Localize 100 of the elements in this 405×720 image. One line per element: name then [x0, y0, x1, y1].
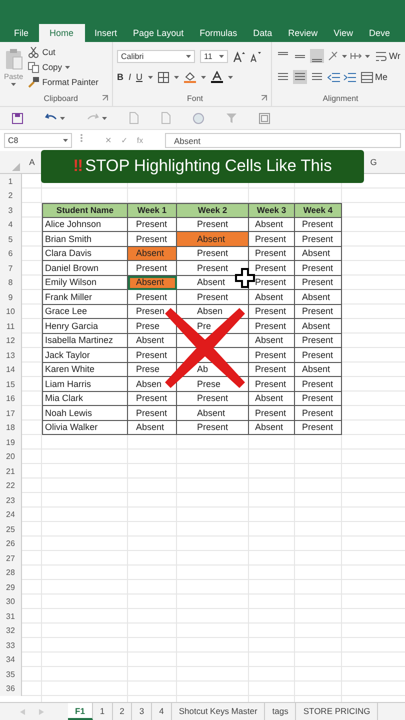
row-number[interactable]: 1 — [0, 174, 22, 188]
ribbon-tab[interactable]: Insert — [86, 24, 126, 42]
orientation-icon[interactable] — [327, 50, 339, 62]
table-cell: Present — [295, 232, 342, 246]
row-number[interactable]: 3 — [0, 203, 22, 218]
name-box[interactable]: C8 — [4, 133, 72, 148]
row-number[interactable]: 29 — [0, 580, 22, 594]
table-cell: Present — [249, 377, 295, 392]
row-number[interactable]: 17 — [0, 406, 22, 420]
sheet-tab[interactable]: Shotcut Keys Master — [172, 703, 266, 720]
ribbon-tab[interactable]: Home — [38, 24, 85, 42]
row-number[interactable]: 32 — [0, 624, 22, 638]
expand-icon[interactable] — [102, 95, 108, 101]
row-number[interactable]: 22 — [0, 478, 22, 493]
borders-icon[interactable] — [158, 72, 169, 82]
caret-icon[interactable] — [342, 54, 347, 58]
fill-color-icon[interactable] — [184, 71, 196, 83]
row-number[interactable]: 20 — [0, 450, 22, 464]
table-cell: Present — [128, 232, 177, 246]
row-number[interactable]: 28 — [0, 566, 22, 580]
table-cell: Olivia Walker — [42, 420, 128, 435]
row-number[interactable]: 6 — [0, 246, 22, 261]
formula-field[interactable]: Absent — [165, 133, 401, 148]
frame-icon[interactable] — [259, 112, 270, 124]
row-number[interactable]: 5 — [0, 232, 22, 246]
sheet-tab[interactable]: 4 — [152, 703, 172, 720]
row-number[interactable]: 35 — [0, 667, 22, 682]
sheet-tab[interactable]: tags — [265, 703, 296, 720]
ribbon-tab[interactable]: Formulas — [192, 24, 246, 42]
column-header[interactable]: A — [29, 157, 35, 167]
ribbon-tab[interactable]: Data — [245, 24, 280, 42]
caret-icon — [65, 66, 70, 68]
sheet-tab[interactable]: 2 — [112, 703, 132, 720]
caret-icon[interactable] — [60, 116, 65, 120]
row-number[interactable]: 26 — [0, 536, 22, 551]
row-number[interactable]: 12 — [0, 334, 22, 348]
caret-icon[interactable] — [200, 76, 206, 78]
row-number[interactable]: 9 — [0, 290, 22, 304]
sheet-tab[interactable]: 3 — [132, 703, 152, 720]
row-number[interactable]: 36 — [0, 682, 22, 696]
sheet-tab[interactable]: 1 — [92, 703, 113, 720]
expand-icon[interactable] — [261, 95, 267, 101]
ribbon-tab[interactable]: Review — [280, 24, 326, 42]
save-icon[interactable] — [12, 112, 23, 124]
underline-button[interactable]: U — [136, 72, 143, 82]
row-number[interactable]: 14 — [0, 362, 22, 377]
merge-button[interactable]: Me — [361, 72, 388, 82]
font-size-field[interactable]: 11 — [200, 50, 228, 62]
table-cell: Frank Miller — [42, 290, 128, 304]
row-number[interactable]: 16 — [0, 392, 22, 406]
caret-icon[interactable] — [174, 76, 179, 78]
row-number[interactable]: 10 — [0, 304, 22, 319]
row-number[interactable]: 13 — [0, 348, 22, 362]
ribbon-command[interactable]: Format Painter — [28, 75, 98, 89]
text-direction-icon[interactable] — [350, 51, 362, 61]
row-number[interactable]: 21 — [0, 464, 22, 478]
sheet-tab[interactable]: F1 — [68, 703, 93, 720]
table-cell: Absent — [177, 232, 249, 246]
row-number[interactable]: 4 — [0, 218, 22, 232]
font-name-field[interactable]: Calibri — [117, 50, 195, 62]
decrease-indent-icon[interactable] — [327, 72, 340, 82]
row-number[interactable]: 30 — [0, 594, 22, 609]
copy-icon — [28, 62, 40, 72]
ribbon-tab[interactable]: File — [6, 24, 37, 42]
bottom-align-icon[interactable] — [310, 49, 324, 63]
row-number[interactable]: 7 — [0, 261, 22, 276]
grow-font-icon[interactable] — [233, 50, 245, 62]
ribbon-tab[interactable]: Page Layout — [125, 24, 192, 42]
row-number[interactable]: 15 — [0, 377, 22, 392]
column-header[interactable]: G — [370, 157, 377, 167]
sheet-tab[interactable]: STORE PRICING — [296, 703, 378, 720]
caret-icon[interactable] — [102, 116, 107, 120]
row-number[interactable]: 18 — [0, 420, 22, 435]
caret-icon[interactable] — [148, 76, 153, 78]
row-number[interactable]: 23 — [0, 493, 22, 508]
ribbon-command[interactable]: Cut — [28, 45, 98, 59]
row-number[interactable]: 34 — [0, 652, 22, 667]
row-number[interactable]: 24 — [0, 508, 22, 522]
caret-icon[interactable] — [228, 76, 233, 78]
row-number[interactable]: 11 — [0, 319, 22, 334]
row-number[interactable]: 25 — [0, 522, 22, 536]
ribbon-command[interactable]: Copy — [28, 60, 98, 74]
ribbon-tab[interactable]: Deve — [361, 24, 398, 42]
row-number[interactable]: 19 — [0, 435, 22, 450]
italic-button[interactable]: I — [128, 72, 132, 82]
caret-icon[interactable] — [365, 54, 370, 58]
row-number[interactable]: 2 — [0, 188, 22, 203]
table-cell: Present — [128, 261, 177, 276]
increase-indent-icon[interactable] — [343, 72, 356, 82]
row-number[interactable]: 31 — [0, 609, 22, 624]
bold-button[interactable]: B — [117, 72, 124, 82]
row-number[interactable]: 33 — [0, 638, 22, 652]
shrink-font-icon[interactable] — [250, 50, 261, 62]
table-cell: Present — [249, 232, 295, 246]
font-color-icon[interactable] — [210, 71, 223, 83]
wrap-text-button[interactable]: Wr — [375, 50, 400, 62]
row-number[interactable]: 27 — [0, 551, 22, 566]
ribbon-tab[interactable]: View — [326, 24, 361, 42]
align-center-icon[interactable] — [293, 70, 307, 84]
row-number[interactable]: 8 — [0, 276, 22, 290]
